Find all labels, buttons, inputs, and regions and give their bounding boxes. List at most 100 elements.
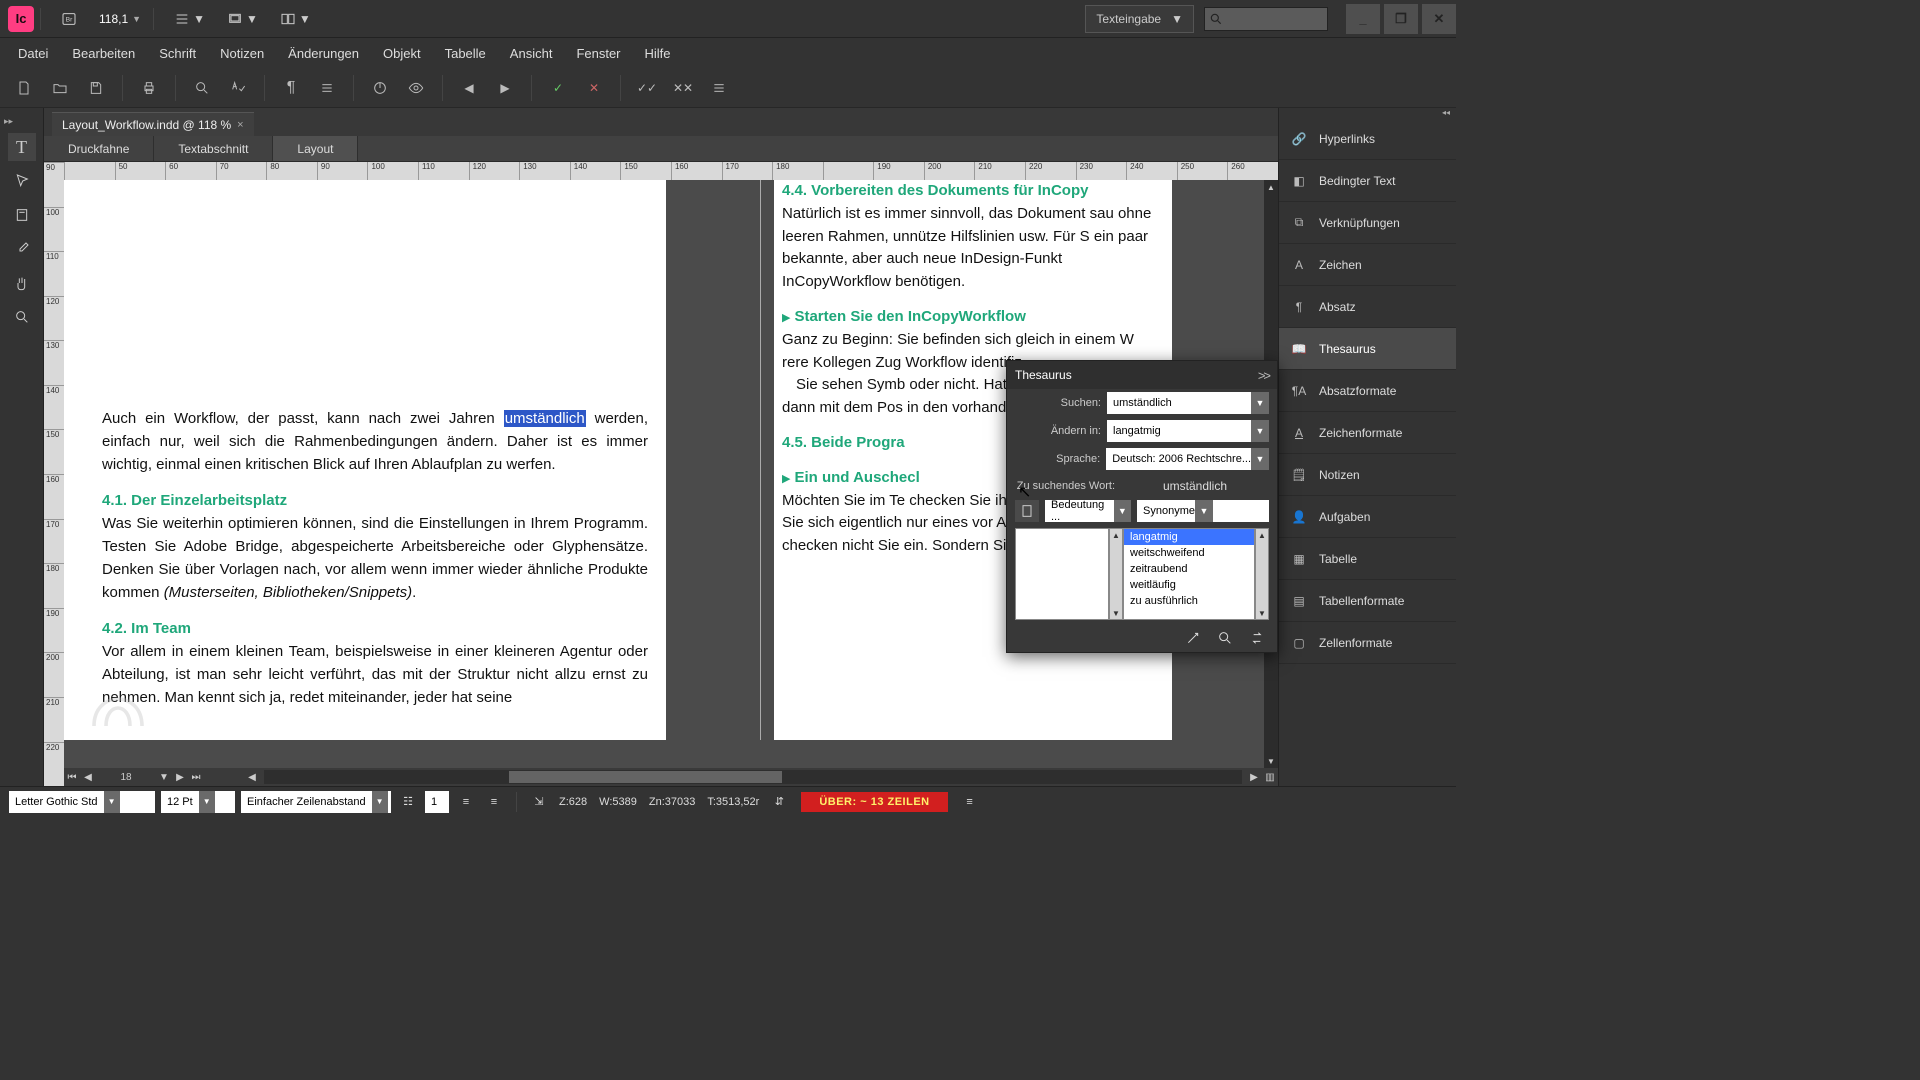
thesaurus-panel[interactable]: Thesaurus >> Suchen: umständlich▼ Ändern… [1006,360,1278,653]
menu-tabelle[interactable]: Tabelle [433,38,498,68]
bridge-button[interactable]: Br [53,5,85,33]
show-changes-button[interactable] [401,74,431,102]
chevron-down-icon[interactable]: ▼ [104,791,120,813]
trackchanges-toggle[interactable] [365,74,395,102]
zoom-select[interactable]: 118,1▼ [93,6,147,32]
panel-para-styles[interactable]: ¶AAbsatzformate [1279,370,1456,412]
reject-change-button[interactable]: ✕ [579,74,609,102]
page-number-field[interactable]: 18 [96,772,156,783]
zoom-tool[interactable] [8,303,36,331]
menu-objekt[interactable]: Objekt [371,38,433,68]
meanings-scrollbar[interactable]: ▲▼ [1109,528,1123,620]
synonym-item[interactable]: weitläufig [1124,577,1254,593]
arrange-button[interactable]: ▼ [272,5,319,33]
scroll-up-icon[interactable]: ▲ [1264,180,1278,194]
chevron-down-icon[interactable]: ▼ [1251,392,1269,414]
align-button[interactable]: ≡ [454,791,478,813]
menu-button[interactable]: ≡ [482,791,506,813]
relation-combo[interactable]: Synonyme▼ [1137,500,1269,522]
collapse-panel-icon[interactable]: >> [1258,368,1269,383]
hscroll-right[interactable]: ▶ [1246,769,1262,785]
menu-bearbeiten[interactable]: Bearbeiten [60,38,147,68]
find-button[interactable] [187,74,217,102]
synonyms-scrollbar[interactable]: ▲▼ [1255,528,1269,620]
document-tab[interactable]: Layout_Workflow.indd @ 118 % × [52,112,254,136]
font-combo[interactable]: Letter Gothic Std▼ [9,791,155,813]
view-tab-story[interactable]: Textabschnitt [154,136,273,161]
panel-assignments[interactable]: 👤Aufgaben [1279,496,1456,538]
selected-word[interactable]: umständlich [504,410,586,427]
chevron-down-icon[interactable]: ▼ [372,791,388,813]
fit-button[interactable]: ⇲ [527,791,551,813]
view-tab-layout[interactable]: Layout [273,136,358,161]
expand-rail-icon[interactable]: ▸▸ [4,116,13,127]
view-tab-galley[interactable]: Druckfahne [44,136,154,161]
panel-paragraph[interactable]: ¶Absatz [1279,286,1456,328]
lookup-word-button[interactable] [1215,628,1235,648]
leading-combo[interactable]: Einfacher Zeilenabstand▼ [241,791,391,813]
panel-hyperlinks[interactable]: 🔗Hyperlinks [1279,118,1456,160]
menu-schrift[interactable]: Schrift [147,38,208,68]
swap-button[interactable] [1247,628,1267,648]
panel-links[interactable]: ⧉Verknüpfungen [1279,202,1456,244]
collapse-dock-icon[interactable]: ◂◂ [1279,108,1456,118]
panel-cell-styles[interactable]: ▢Zellenformate [1279,622,1456,664]
panel-table-styles[interactable]: ▤Tabellenformate [1279,580,1456,622]
menu-hilfe[interactable]: Hilfe [633,38,683,68]
accept-change-button[interactable]: ✓ [543,74,573,102]
eyedropper-tool[interactable] [8,235,36,263]
thesaurus-header[interactable]: Thesaurus >> [1007,361,1277,389]
reject-all-button[interactable]: ✕✕ [668,74,698,102]
view-options-button[interactable]: ▼ [166,5,213,33]
open-button[interactable] [45,74,75,102]
note-tool[interactable] [8,201,36,229]
menu-fenster[interactable]: Fenster [564,38,632,68]
chevron-down-icon[interactable]: ▼ [199,791,215,813]
close-button[interactable]: ✕ [1422,4,1456,34]
synonym-item[interactable]: zeitraubend [1124,561,1254,577]
prev-change-button[interactable]: ◀ [454,74,484,102]
accept-all-button[interactable]: ✓✓ [632,74,662,102]
menu-datei[interactable]: Datei [6,38,60,68]
save-button[interactable] [81,74,111,102]
last-page-button[interactable]: ⏭ [188,769,204,785]
panel-character[interactable]: AZeichen [1279,244,1456,286]
page-left-text[interactable]: Auch ein Workflow, der passt, kann nach … [94,408,656,710]
size-combo[interactable]: 12 Pt▼ [161,791,235,813]
page-dropdown[interactable]: ▼ [156,769,172,785]
workspace-select[interactable]: Texteingabe▼ [1085,5,1194,33]
scroll-down-icon[interactable]: ▼ [1264,754,1278,768]
menu-ansicht[interactable]: Ansicht [498,38,565,68]
synonym-item[interactable]: langatmig [1124,529,1254,545]
panel-menu-2[interactable] [704,74,734,102]
hand-tool[interactable] [8,269,36,297]
minimize-button[interactable]: _ [1346,4,1380,34]
synonym-item[interactable]: zu ausführlich [1124,593,1254,609]
meaning-combo[interactable]: Bedeutung ...▼ [1045,500,1131,522]
next-change-button[interactable]: ▶ [490,74,520,102]
panel-table[interactable]: ▦Tabelle [1279,538,1456,580]
chevron-down-icon[interactable]: ▼ [1251,420,1269,442]
show-hidden-button[interactable]: ¶ [276,74,306,102]
chevron-down-icon[interactable]: ▼ [1195,500,1213,522]
help-search[interactable] [1204,7,1328,31]
prev-page-button[interactable]: ◀ [80,769,96,785]
change-word-button[interactable] [1183,628,1203,648]
type-tool[interactable]: T [8,133,36,161]
chevron-down-icon[interactable]: ▼ [1114,500,1131,522]
panel-thesaurus[interactable]: 📖Thesaurus [1279,328,1456,370]
language-combo[interactable]: Deutsch: 2006 Rechtschre...▼ [1106,448,1269,470]
menu-notizen[interactable]: Notizen [208,38,276,68]
columns-button[interactable]: ☷ [396,791,420,813]
load-word-button[interactable] [1015,500,1039,522]
hscroll-left[interactable]: ◀ [244,769,260,785]
menu-aenderungen[interactable]: Änderungen [276,38,371,68]
meanings-list[interactable] [1015,528,1109,620]
split-view-button[interactable]: ▥ [1262,769,1278,785]
panel-char-styles[interactable]: AZeichenformate [1279,412,1456,454]
panel-menu-1[interactable] [312,74,342,102]
status-menu[interactable]: ≡ [958,791,982,813]
copyfit-button[interactable]: ⇵ [767,791,791,813]
panel-notes[interactable]: 🗒Notizen [1279,454,1456,496]
panel-conditional-text[interactable]: ◧Bedingter Text [1279,160,1456,202]
